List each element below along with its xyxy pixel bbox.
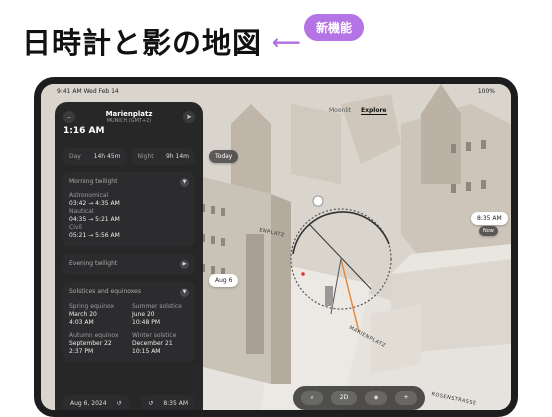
summer-date: June 20 [132,310,155,318]
evening-twilight-card[interactable]: Evening twilight ▶ [63,253,195,275]
reset-icon[interactable]: ↺ [148,400,153,407]
day-length: Day 14h 45m [63,148,127,165]
winter-date: December 21 [132,339,173,347]
mode-2d-button[interactable]: 2D [331,391,357,405]
sun-info-panel: – Marienplatz MUNICH (GMT+2) ➤ 1:16 AM D… [55,102,203,410]
time-picker[interactable]: ↺ 8:35 AM [141,395,195,410]
spring-time: 4:03 AM [69,318,94,326]
night-length: Night 9h 14m [131,148,195,165]
place-title: Marienplatz [105,110,153,118]
naut-value: 04:35 → 5:21 AM [69,216,120,224]
reset-icon[interactable]: ↺ [117,400,122,407]
day-value: 14h 45m [93,153,121,160]
autumn-label: Autumn equinox [69,331,119,339]
autumn-date: September 22 [69,339,112,347]
screen: 9:41 AM Wed Feb 14 100% Moonlit Explore … [41,84,511,410]
headline: 日時計と影の地図 [22,26,263,60]
summer-time: 10:48 PM [132,318,160,326]
map-toolbar: ⌕ 2D ◈ + [293,386,425,410]
ipad-frame: 9:41 AM Wed Feb 14 100% Moonlit Explore … [34,77,518,417]
bottom-controls: Aug 6, 2024 ↺ ↺ 8:35 AM [63,395,195,410]
date-chip[interactable]: Aug 6 [209,274,239,287]
autumn-time: 2:37 PM [69,348,94,356]
chevron-down-icon[interactable]: ▼ [180,287,189,297]
battery-status: 100% [477,88,495,95]
seg-explore[interactable]: Explore [361,107,387,115]
search-button[interactable]: ⌕ [301,391,323,405]
naut-label: Nautical [69,208,94,216]
solstice-title: Solstices and equinoxes [69,287,141,295]
close-icon[interactable]: – [63,111,75,123]
civil-value: 05:21 → 5:56 AM [69,232,120,240]
astro-label: Astronomical [69,192,109,199]
add-button[interactable]: + [395,391,417,405]
status-bar: 9:41 AM Wed Feb 14 100% [41,84,511,98]
morning-title: Morning twilight [69,178,118,185]
evening-title: Evening twilight [69,259,118,267]
current-time: 1:16 AM [63,126,105,136]
status-time: 9:41 AM [57,88,82,95]
spring-label: Spring equinox [69,302,115,310]
civil-label: Civil [69,224,82,232]
arrow-left-icon: ⟵ [272,30,301,54]
status-date: Wed Feb 14 [83,88,119,95]
location-arrow-icon[interactable]: ➤ [182,111,195,123]
timezone-label: MUNICH (GMT+2) [106,118,152,124]
night-value: 9h 14m [165,153,189,160]
new-feature-badge: 新機能 [304,14,365,41]
summer-label: Summer solstice [132,302,182,310]
now-chip[interactable]: Now [479,226,498,236]
seg-moonlit[interactable]: Moonlit [329,107,351,115]
time-value: 8:35 AM [163,400,188,407]
date-picker[interactable]: Aug 6, 2024 ↺ [63,395,129,410]
winter-time: 10:15 AM [132,348,161,356]
morning-twilight-card[interactable]: Morning twilight ▼ Astronomical 03:42 → … [63,172,195,247]
winter-label: Winter solstice [132,331,177,339]
layers-button[interactable]: ◈ [365,391,387,405]
today-chip[interactable]: Today [209,150,239,163]
time-chip[interactable]: 8:35 AM [471,212,508,225]
astro-value: 03:42 → 4:35 AM [69,200,120,208]
night-label: Night [137,153,154,160]
map-mode-segment[interactable]: Moonlit Explore [329,107,387,115]
day-label: Day [69,153,81,160]
spring-date: March 20 [69,310,97,318]
chevron-right-icon[interactable]: ▶ [180,259,189,269]
solstices-card[interactable]: Solstices and equinoxes ▼ Spring equinox… [63,281,195,363]
chevron-down-icon[interactable]: ▼ [180,178,189,187]
date-value: Aug 6, 2024 [70,400,107,407]
